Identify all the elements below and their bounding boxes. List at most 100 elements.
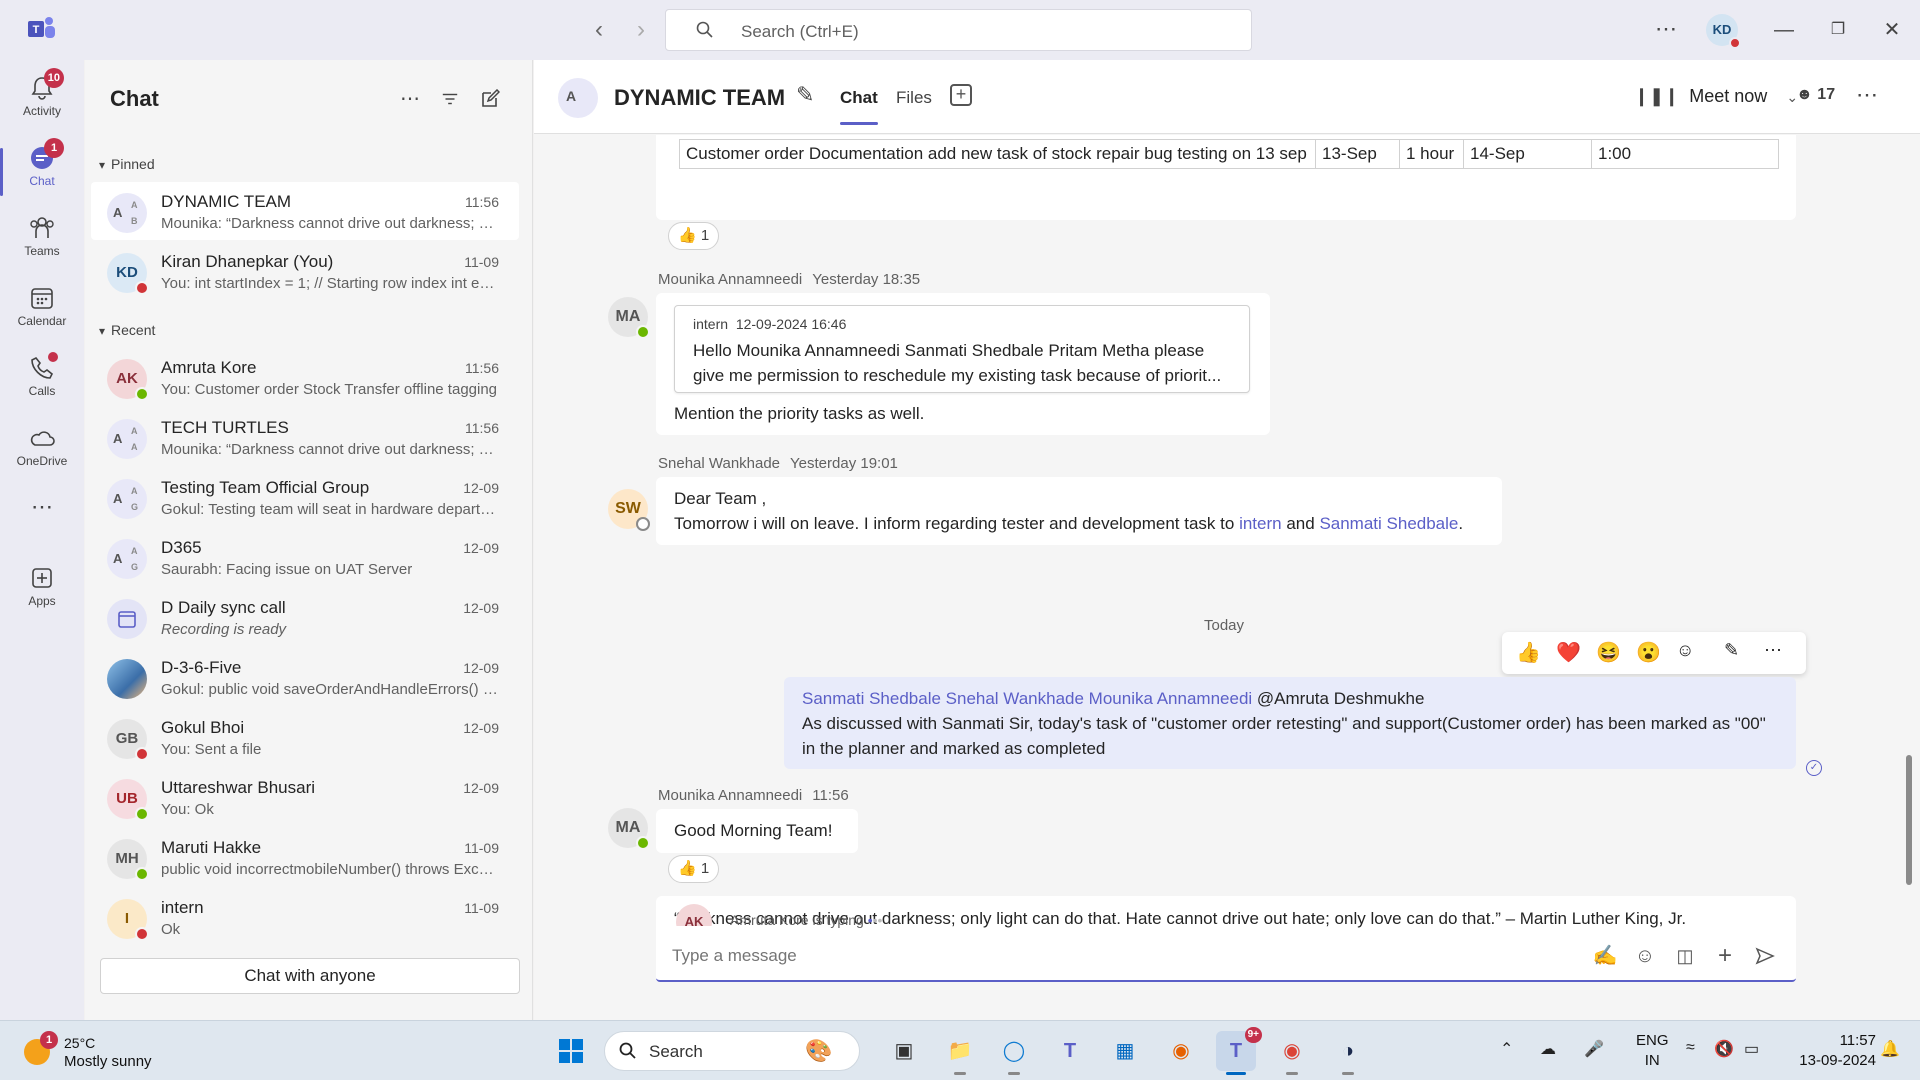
rail-onedrive[interactable]: OneDrive [0,418,84,482]
more-options-icon[interactable]: ⋯ [395,84,425,114]
close-icon[interactable]: ✕ [1872,14,1912,46]
chat-item-daily-sync[interactable]: D Daily sync call 12-09 Recording is rea… [91,588,519,646]
language-indicator[interactable]: ENG IN [1636,1031,1669,1071]
chat-item-kiran[interactable]: KD Kiran Dhanepkar (You) 11-09 You: int … [91,242,519,300]
chat-item-time: 11:56 [465,194,499,210]
laugh-reaction-icon[interactable]: 😆 [1596,640,1621,665]
minimize-icon[interactable]: — [1764,14,1804,46]
file-explorer-icon[interactable]: 📁 [940,1031,980,1075]
chat-item-gokul[interactable]: GB Gokul Bhoi 12-09 You: Sent a file [91,708,519,766]
rail-calendar[interactable]: Calendar [0,278,84,342]
compose-box[interactable]: ✍ ☺ ◫ + [656,930,1796,982]
meet-now-button[interactable]: ❙❚❙ Meet now ⌄ [1634,86,1798,107]
teams-active-icon[interactable]: T 9+ [1216,1027,1262,1075]
chat-item-dynamic-team[interactable]: AAB DYNAMIC TEAM 11:56 Mounika: “Darknes… [91,182,519,240]
quoted-message[interactable]: intern 12-09-2024 16:46 Hello Mounika An… [674,305,1250,393]
loop-component-icon[interactable]: ◫ [1671,942,1699,970]
chat-item-amruta[interactable]: AK Amruta Kore 11:56 You: Customer order… [91,348,519,406]
message-time: 11:56 [812,787,849,804]
avatar: AK [107,359,149,401]
send-icon[interactable] [1751,942,1779,970]
like-reaction[interactable]: 👍 1 [668,855,720,883]
chat-with-anyone-button[interactable]: Chat with anyone [100,958,520,994]
chevron-up-icon[interactable]: ⌃ [1500,1039,1513,1059]
taskbar-search[interactable]: Search 🎨 [604,1031,860,1071]
avatar: UB [107,779,149,821]
mention-link[interactable]: Sanmati Shedbale Snehal Wankhade Mounika… [802,689,1252,708]
search-placeholder: Search (Ctrl+E) [741,22,859,41]
rail-activity[interactable]: 10 Activity [0,68,84,132]
filter-icon[interactable] [435,84,465,114]
chat-item-time: 12-09 [463,660,499,676]
heart-reaction-icon[interactable]: ❤️ [1556,640,1581,665]
tab-chat[interactable]: Chat [840,88,878,125]
taskbar-search-label: Search [649,1042,703,1061]
message-meta: Mounika Annamneedi 11:56 [658,787,849,804]
mic-muted-icon[interactable]: 🎤 [1584,1039,1604,1059]
chat-item-d365-five[interactable]: D-3-6-Five 12-09 Gokul: public void save… [91,648,519,706]
message-time: Yesterday 19:01 [790,455,898,472]
mention-link[interactable]: intern [1239,514,1282,533]
restore-icon[interactable]: ❐ [1818,14,1858,46]
windows-start-icon[interactable] [551,1031,591,1071]
new-chat-icon[interactable] [475,84,505,114]
edge-icon[interactable]: ◯ [994,1031,1034,1075]
message-input[interactable] [672,942,1552,970]
user-avatar[interactable]: KD [1706,14,1741,49]
avatar: KD [107,253,149,295]
chat-item-intern[interactable]: I intern 11-09 Ok [91,888,519,946]
more-apps-icon[interactable]: ⋯ [0,492,84,556]
chat-item-testing-team[interactable]: AAG Testing Team Official Group 12-09 Go… [91,468,519,526]
scrollbar[interactable] [1906,755,1912,885]
onedrive-offline-icon[interactable]: ☁ [1540,1039,1556,1059]
rail-calls[interactable]: Calls [0,348,84,412]
edit-icon[interactable]: ✎ [1724,640,1739,661]
search-input[interactable]: Search (Ctrl+E) [665,9,1252,51]
rail-apps[interactable]: Apps [0,558,84,622]
task-view-icon[interactable]: ▣ [884,1031,924,1071]
chat-item-d365[interactable]: AAG D365 12-09 Saurabh: Facing issue on … [91,528,519,586]
pinned-section-header[interactable]: Pinned [99,156,155,172]
quote-time: 12-09-2024 16:46 [735,316,847,332]
emoji-icon[interactable]: ☺ [1631,942,1659,970]
like-reaction-icon[interactable]: 👍 [1516,640,1541,665]
store-icon[interactable]: ▦ [1105,1031,1145,1071]
chat-item-name: D365 [161,538,202,557]
teams-app-icon[interactable]: T [1050,1031,1090,1071]
back-arrow-icon[interactable]: ‹ [583,14,615,46]
add-reaction-icon[interactable]: ☺ [1676,640,1694,661]
chat-item-maruti[interactable]: MH Maruti Hakke 11-09 public void incorr… [91,828,519,886]
message-text: Good Morning Team! [674,821,833,840]
weather-badge: 1 [40,1031,58,1049]
battery-icon[interactable]: ▭ [1744,1039,1759,1059]
eclipse-icon[interactable]: ◑ [1328,1031,1368,1075]
group-avatar: AAB [107,193,147,233]
mention-link[interactable]: Sanmati Shedbale [1319,514,1458,533]
quote-text: Hello Mounika Annamneedi Sanmati Shedbal… [693,341,1222,385]
surprised-reaction-icon[interactable]: 😮 [1636,640,1661,665]
edit-name-icon[interactable]: ✎ [796,82,814,108]
more-options-icon[interactable]: ⋯ [1856,82,1878,108]
recent-section-header[interactable]: Recent [99,322,155,338]
format-icon[interactable]: ✍ [1591,942,1619,970]
rail-teams[interactable]: Teams [0,208,84,272]
firefox-icon[interactable]: ◉ [1161,1031,1201,1071]
volume-muted-icon[interactable]: 🔇 [1714,1039,1734,1059]
tab-files[interactable]: Files [896,88,932,108]
rail-chat[interactable]: 1 Chat [0,138,84,202]
more-options-icon[interactable]: ⋯ [1764,640,1782,661]
online-status-icon [636,836,650,850]
wifi-icon[interactable]: ≈ [1686,1039,1695,1057]
notification-bell-icon[interactable]: 🔔 [1880,1039,1900,1059]
message-time: Yesterday 18:35 [812,271,921,288]
add-tab-icon[interactable]: + [950,84,972,106]
like-reaction[interactable]: 👍 1 [668,222,720,250]
settings-more-icon[interactable]: ⋯ [1655,16,1679,42]
chat-item-tech-turtles[interactable]: AAA TECH TURTLES 11:56 Mounika: “Darknes… [91,408,519,466]
clock[interactable]: 11:57 13-09-2024 [1786,1031,1876,1071]
plus-icon[interactable]: + [1711,942,1739,970]
chrome-icon[interactable]: ◉ [1272,1031,1312,1075]
participants-button[interactable]: ☻ 17 [1796,86,1835,104]
forward-arrow-icon[interactable]: › [625,14,657,46]
chat-item-uttareshwar[interactable]: UB Uttareshwar Bhusari 12-09 You: Ok [91,768,519,826]
